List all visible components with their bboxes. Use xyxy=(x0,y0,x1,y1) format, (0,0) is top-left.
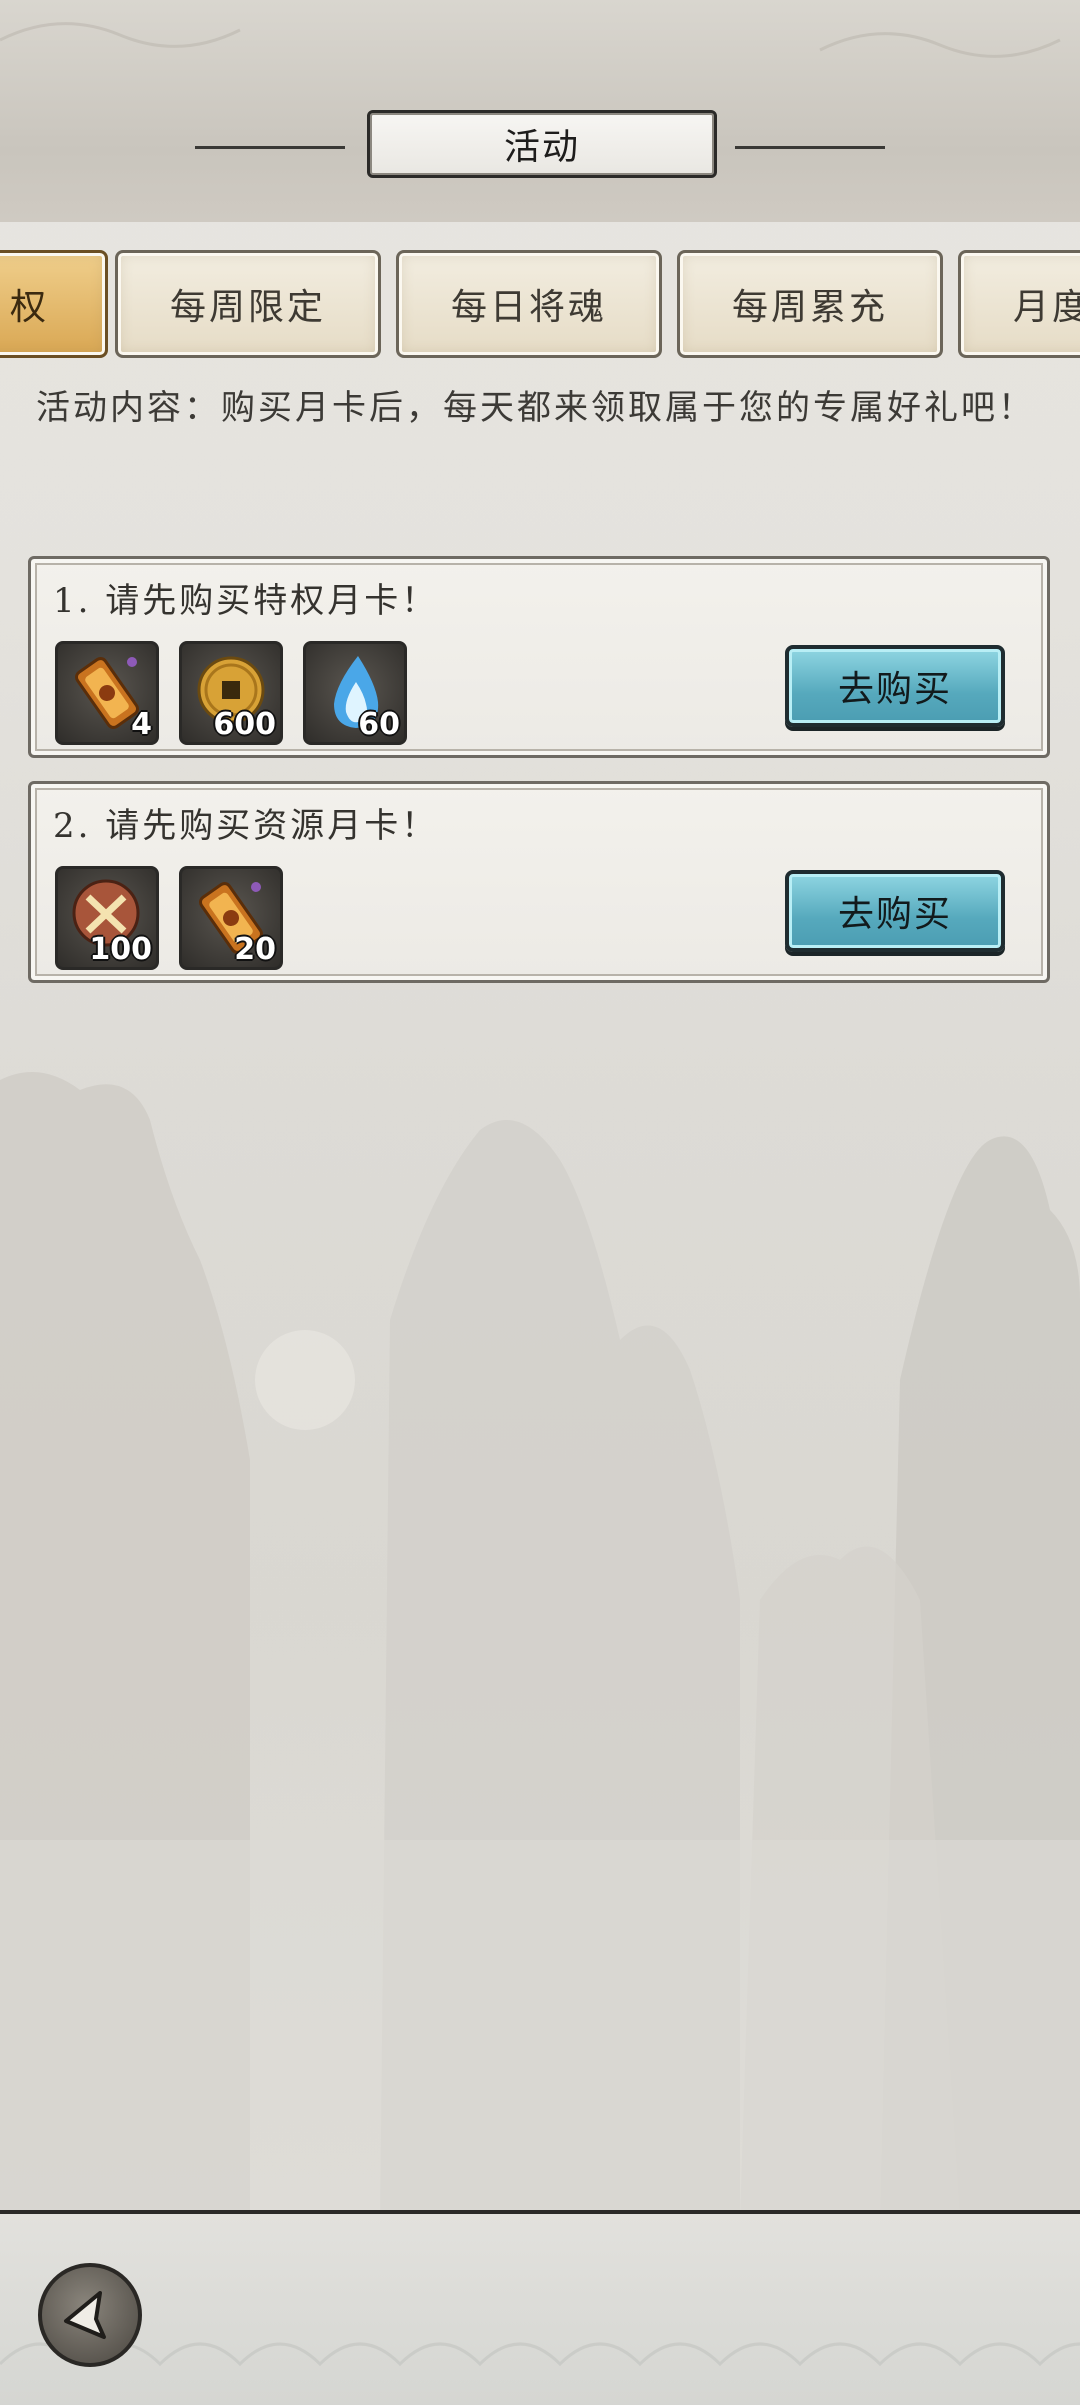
reward-item[interactable]: 20 xyxy=(179,866,283,970)
tab-label: 每周限定 xyxy=(169,287,326,328)
card-title: 1. 请先购买特权月卡！ xyxy=(53,581,439,621)
tab-daily-soul[interactable]: 每日将魂 xyxy=(396,250,662,358)
item-count: 4 xyxy=(131,707,152,742)
tab-label: 每周累充 xyxy=(731,287,888,328)
tab-weekly-limited[interactable]: 每周限定 xyxy=(115,250,381,358)
tab-monthly[interactable]: 月度 xyxy=(958,250,1080,358)
tab-weekly-recharge[interactable]: 每周累充 xyxy=(677,250,943,358)
back-button[interactable] xyxy=(38,2263,142,2367)
activity-description: 活动内容：购买月卡后，每天都来领取属于您的专属好礼吧！ xyxy=(36,388,1035,428)
item-count: 600 xyxy=(213,707,276,742)
reward-item[interactable]: 600 xyxy=(179,641,283,745)
tab-label: 权 xyxy=(9,287,49,328)
title-left-line xyxy=(195,146,345,149)
page-title: 活动 xyxy=(367,110,717,178)
tab-label: 月度 xyxy=(1013,287,1080,328)
item-count: 60 xyxy=(358,707,400,742)
item-count: 20 xyxy=(234,932,276,967)
item-count: 100 xyxy=(89,932,152,967)
back-arrow-icon xyxy=(64,2291,106,2339)
buy-privilege-card-button[interactable]: 去购买 xyxy=(785,645,1005,727)
ink-mountain-background xyxy=(0,1072,1080,2220)
resource-card-panel: 2. 请先购买资源月卡！ 100 20 去购买 xyxy=(28,781,1050,983)
card-title: 2. 请先购买资源月卡！ xyxy=(53,806,439,846)
reward-item[interactable]: 60 xyxy=(303,641,407,745)
tab-privilege[interactable]: 权 xyxy=(0,250,108,358)
reward-item[interactable]: 4 xyxy=(55,641,159,745)
title-right-line xyxy=(735,146,885,149)
privilege-card-panel: 1. 请先购买特权月卡！ 4 600 60 去购买 xyxy=(28,556,1050,758)
wave-pattern-decoration xyxy=(0,2342,1080,2367)
bottom-bar xyxy=(0,2210,1080,2405)
reward-item[interactable]: 100 xyxy=(55,866,159,970)
buy-resource-card-button[interactable]: 去购买 xyxy=(785,870,1005,952)
tab-label: 每日将魂 xyxy=(450,287,607,328)
tab-bar: 权 每周限定 每日将魂 每周累充 月度 xyxy=(0,248,1080,364)
